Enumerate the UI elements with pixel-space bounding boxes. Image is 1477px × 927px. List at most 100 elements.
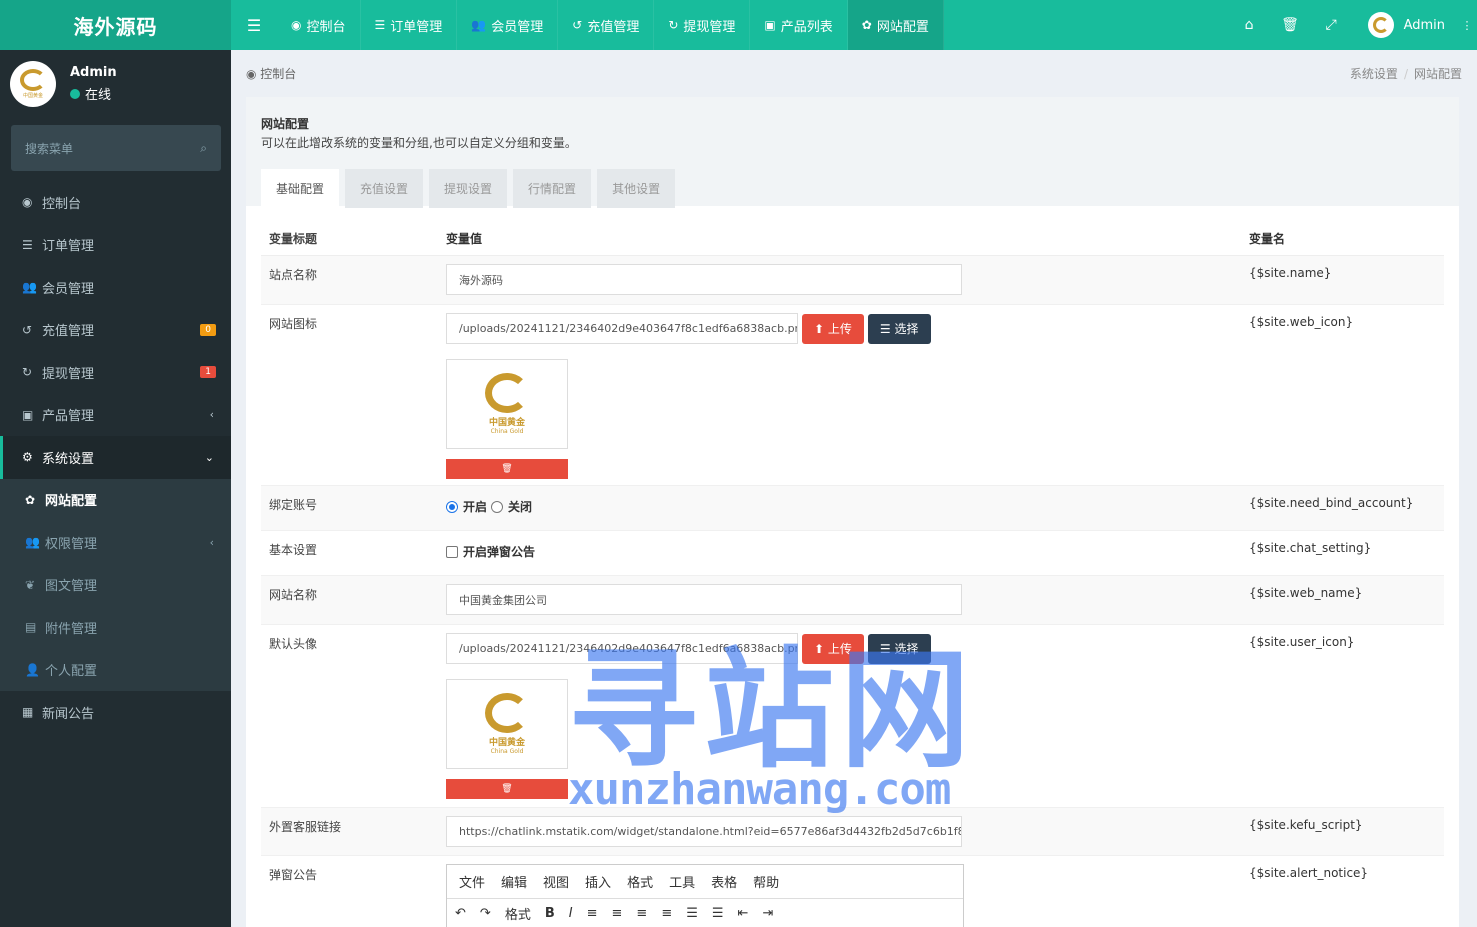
tab-recharge[interactable]: ↺ 充值管理: [558, 0, 655, 50]
tab-members[interactable]: 👥 会员管理: [457, 0, 559, 50]
tab-label: 会员管理: [491, 19, 544, 35]
editor-menu-edit[interactable]: 编辑: [501, 872, 527, 891]
gears-icon: ⚙: [22, 450, 33, 465]
home-icon[interactable]: ⌂: [1229, 17, 1270, 33]
tab-withdraw[interactable]: ↻ 提现管理: [654, 0, 751, 50]
search-icon[interactable]: ⌕: [200, 141, 207, 156]
trash-icon[interactable]: 🗑: [1270, 17, 1311, 33]
user-menu[interactable]: Admin: [1352, 12, 1457, 38]
align-left-icon[interactable]: ≡: [587, 906, 598, 921]
user-icon-input[interactable]: /uploads/20241121/2346402d9e403647f8c1ed…: [446, 633, 798, 664]
italic-icon[interactable]: I: [569, 906, 573, 921]
editor-menu-help[interactable]: 帮助: [753, 872, 779, 891]
delete-image-button[interactable]: 🗑: [446, 779, 568, 799]
sidebar-item-news[interactable]: ▦ 新闻公告: [0, 691, 231, 734]
file-image-icon: ▤: [25, 620, 37, 635]
popup-notice-checkbox[interactable]: [446, 545, 458, 558]
editor-menu-format[interactable]: 格式: [627, 872, 653, 891]
site-name-input[interactable]: 海外源码: [446, 264, 962, 295]
editor-menu-insert[interactable]: 插入: [585, 872, 611, 891]
numbered-list-icon[interactable]: ☰: [712, 906, 724, 921]
align-right-icon[interactable]: ≡: [636, 906, 647, 921]
online-status: 在线: [70, 84, 117, 103]
var-name: {$site.chat_setting}: [1249, 541, 1372, 555]
editor-menubar: 文件 编辑 视图 插入 格式 工具 表格 帮助: [447, 865, 963, 898]
format-dropdown[interactable]: 格式: [505, 904, 531, 923]
web-name-input[interactable]: 中国黄金集团公司: [446, 584, 962, 615]
bullet-list-icon[interactable]: ☰: [686, 906, 698, 921]
panel-header: 网站配置 可以在此增改系统的变量和分组,也可以自定义分组和变量。 基础配置 充值…: [246, 97, 1459, 208]
tab-products[interactable]: ▣ 产品列表: [750, 0, 848, 50]
app-logo[interactable]: 海外源码: [0, 0, 231, 50]
users-icon: 👥: [25, 535, 40, 550]
sidebar-item-attachments[interactable]: ▤ 附件管理: [0, 606, 231, 649]
upload-button[interactable]: ⬆ 上传: [802, 633, 864, 664]
sidebar-item-products[interactable]: ▣ 产品管理 ‹: [0, 394, 231, 437]
sidebar-item-members[interactable]: 👥 会员管理: [0, 266, 231, 309]
sidebar-item-permissions[interactable]: 👥 权限管理 ‹: [0, 521, 231, 564]
tab-market[interactable]: 行情配置: [513, 169, 592, 208]
bold-icon[interactable]: B: [545, 906, 555, 921]
sidebar-item-articles[interactable]: ❦ 图文管理: [0, 564, 231, 607]
user-icon: 👤: [25, 662, 40, 677]
users-icon: 👥: [22, 280, 37, 295]
sidebar-item-label: 订单管理: [42, 239, 95, 255]
web-icon-input[interactable]: /uploads/20241121/2346402d9e403647f8c1ed…: [446, 313, 798, 344]
config-tabs: 基础配置 充值设置 提现设置 行情配置 其他设置: [261, 169, 1444, 208]
sidebar-item-dashboard[interactable]: ◉ 控制台: [0, 181, 231, 224]
sidebar-item-recharge[interactable]: ↺ 充值管理 0: [0, 309, 231, 352]
recharge-icon: ↺: [22, 322, 33, 337]
radio-on[interactable]: [446, 500, 458, 513]
tab-label: 网站配置: [876, 19, 929, 35]
recharge-icon: ↺: [572, 18, 583, 32]
editor-menu-tools[interactable]: 工具: [669, 872, 695, 891]
kefu-link-input[interactable]: https://chatlink.mstatik.com/widget/stan…: [446, 816, 962, 847]
sidebar-item-withdraw[interactable]: ↻ 提现管理 1: [0, 351, 231, 394]
page-description: 可以在此增改系统的变量和分组,也可以自定义分组和变量。: [261, 136, 577, 150]
var-name: {$site.web_name}: [1249, 586, 1363, 600]
tab-other[interactable]: 其他设置: [597, 169, 676, 208]
tab-withdraw-settings[interactable]: 提现设置: [429, 169, 508, 208]
popup-notice-checkbox-row: 开启弹窗公告: [446, 543, 1235, 560]
tab-site-config[interactable]: ✿ 网站配置: [847, 0, 944, 50]
tab-dashboard[interactable]: ◉ 控制台: [277, 0, 361, 50]
align-center-icon[interactable]: ≡: [612, 906, 623, 921]
sidebar-item-system[interactable]: ⚙ 系统设置 ⌄: [0, 436, 231, 479]
user-panel: 中国黄金 Admin 在线: [0, 50, 231, 118]
menu-search-input[interactable]: 搜索菜单 ⌕: [11, 125, 221, 171]
editor-menu-file[interactable]: 文件: [459, 872, 485, 891]
align-justify-icon[interactable]: ≡: [661, 906, 672, 921]
tab-orders[interactable]: ☰ 订单管理: [361, 0, 458, 50]
breadcrumb-left[interactable]: ◉ 控制台: [246, 65, 296, 82]
editor-toolbar: ↶ ↷ 格式 B I ≡ ≡ ≡ ≡ ☰ ☰ ⇤ ⇥: [447, 898, 963, 927]
undo-icon[interactable]: ↶: [455, 906, 466, 921]
table-header: 变量标题 变量值 变量名: [261, 222, 1444, 256]
gear-icon: ✿: [25, 492, 36, 507]
tab-basic[interactable]: 基础配置: [261, 169, 340, 208]
var-name: {$site.need_bind_account}: [1249, 496, 1414, 510]
upload-button[interactable]: ⬆ 上传: [802, 313, 864, 344]
page-title: 网站配置: [261, 117, 310, 131]
delete-image-button[interactable]: 🗑: [446, 459, 568, 479]
select-button[interactable]: ☰ 选择: [867, 313, 931, 344]
redo-icon[interactable]: ↷: [480, 906, 491, 921]
select-button[interactable]: ☰ 选择: [867, 633, 931, 664]
indent-icon[interactable]: ⇥: [762, 906, 773, 921]
outdent-icon[interactable]: ⇤: [738, 906, 749, 921]
fullscreen-icon[interactable]: ⤢: [1311, 17, 1352, 33]
sidebar-item-label: 新闻公告: [42, 706, 95, 722]
rich-text-editor[interactable]: 文件 编辑 视图 插入 格式 工具 表格 帮助 ↶ ↷ 格式 B I ≡ ≡ ≡…: [446, 864, 964, 927]
tab-recharge-settings[interactable]: 充值设置: [345, 169, 424, 208]
sidebar-item-orders[interactable]: ☰ 订单管理: [0, 224, 231, 267]
sidebar-item-site-config[interactable]: ✿ 网站配置: [0, 479, 231, 522]
top-navbar: 海外源码 ☰ ◉ 控制台 ☰ 订单管理 👥 会员管理 ↺ 充值管理 ↻ 提现管理 ▣ 产品列…: [0, 0, 1477, 50]
editor-menu-view[interactable]: 视图: [543, 872, 569, 891]
breadcrumb-parent[interactable]: 系统设置: [1350, 67, 1398, 81]
editor-menu-table[interactable]: 表格: [711, 872, 737, 891]
more-icon[interactable]: ⋮: [1457, 19, 1477, 32]
table-row: 网站图标 /uploads/20241121/2346402d9e403647f…: [261, 305, 1444, 486]
radio-off[interactable]: [491, 500, 504, 513]
count-badge: 1: [200, 366, 216, 379]
sidebar-item-profile[interactable]: 👤 个人配置: [0, 649, 231, 692]
sidebar-toggle-icon[interactable]: ☰: [231, 0, 277, 50]
